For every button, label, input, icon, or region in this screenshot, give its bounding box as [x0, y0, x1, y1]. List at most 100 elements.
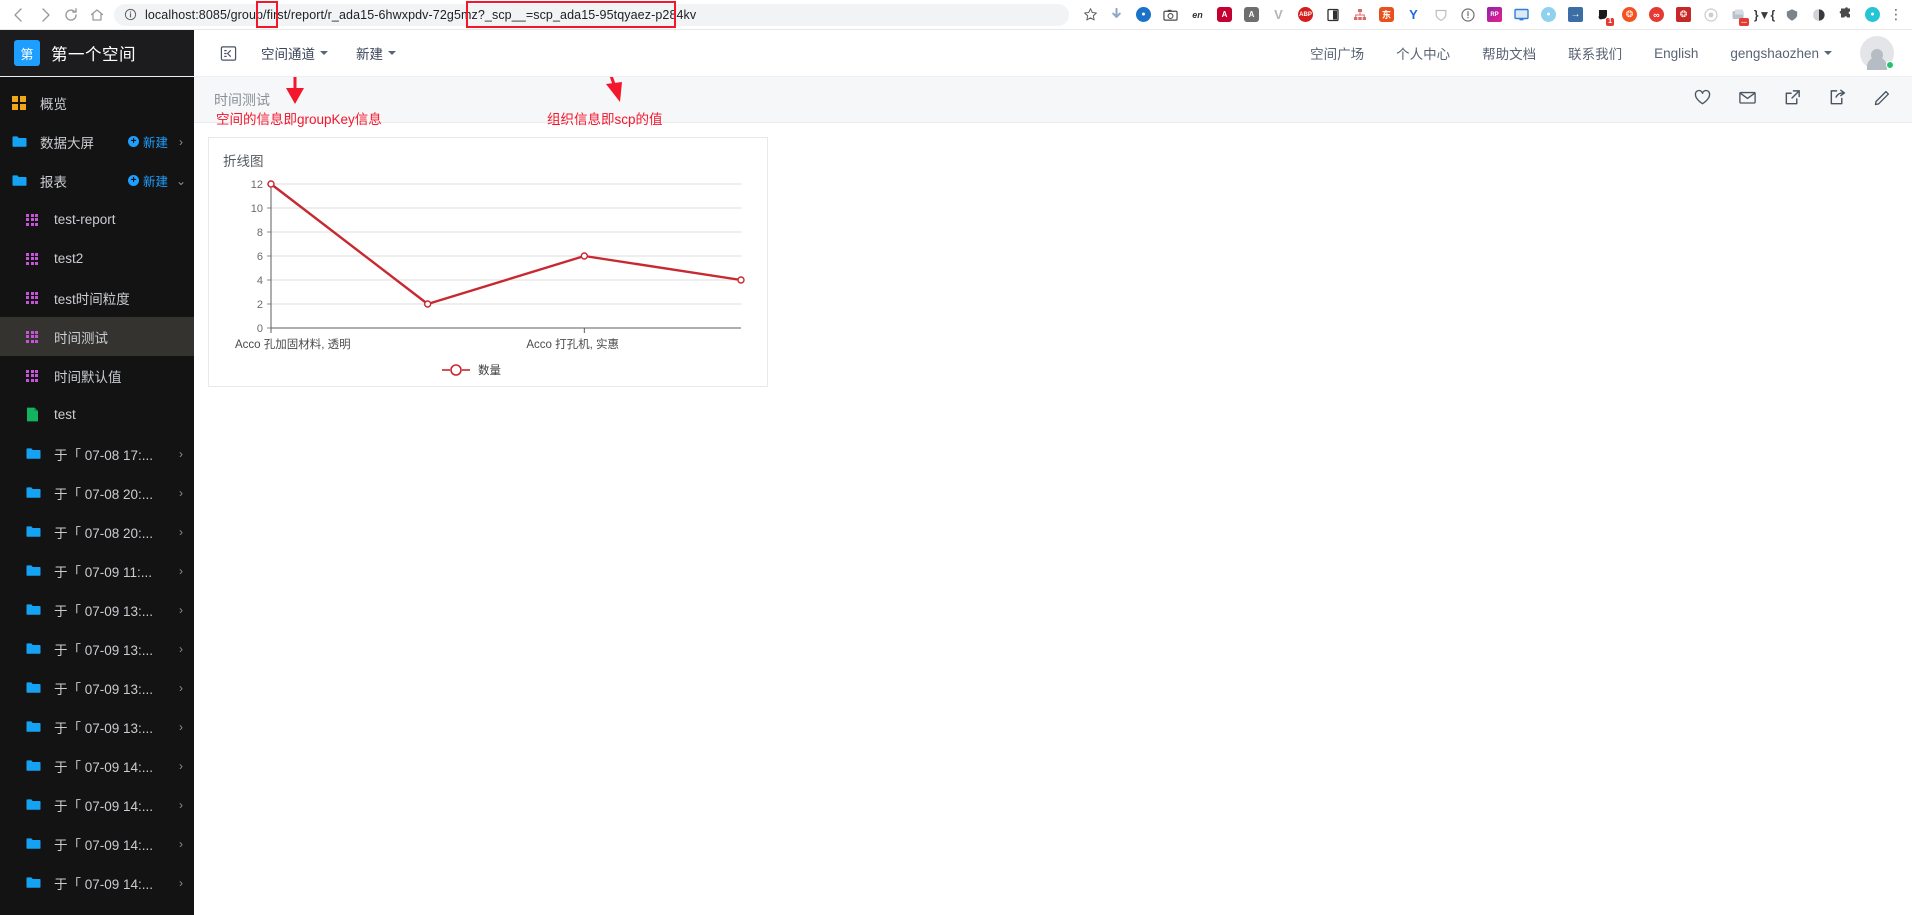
avatar[interactable]: [1860, 36, 1894, 70]
report-grid-icon: [26, 213, 43, 226]
sitemap-icon[interactable]: [1347, 3, 1372, 27]
nav-link-personal-center[interactable]: 个人中心: [1380, 43, 1466, 63]
plus-icon: +: [127, 175, 139, 186]
profile-avatar-icon[interactable]: ●: [1860, 3, 1885, 27]
share-icon[interactable]: [1828, 88, 1847, 112]
line-chart-plot[interactable]: 0 2 4 6 8 10 12 Acco 孔加固材料, 透明 Acco 打孔机, 实惠 数量: [223, 174, 753, 380]
nav-link-contact-us[interactable]: 联系我们: [1552, 43, 1638, 63]
angular-a-gray-icon[interactable]: A: [1239, 3, 1264, 27]
chevron-right-icon[interactable]: ›: [168, 798, 194, 812]
chevron-right-icon[interactable]: ›: [168, 681, 194, 695]
nav-link-help-docs[interactable]: 帮助文档: [1466, 43, 1552, 63]
adblock-plus-icon[interactable]: ABP: [1293, 3, 1318, 27]
sidebar-item-3[interactable]: test-report: [0, 200, 194, 239]
rp-purple-icon[interactable]: RP: [1482, 3, 1507, 27]
target-gray-icon[interactable]: [1698, 3, 1723, 27]
spider-red-icon[interactable]: ❂: [1671, 3, 1696, 27]
sidebar-item-19[interactable]: 于「 07-09 14:... ›: [0, 824, 194, 863]
angular-a-red-icon[interactable]: A: [1212, 3, 1237, 27]
exclamation-circle-icon[interactable]: [1455, 3, 1480, 27]
home-icon[interactable]: [84, 2, 110, 28]
sidebar-item-6[interactable]: 时间测试: [0, 317, 194, 356]
shield-outline-icon[interactable]: [1428, 3, 1453, 27]
chevron-right-icon[interactable]: ›: [168, 876, 194, 890]
site-info-icon[interactable]: [124, 8, 137, 21]
sidebar-item-7[interactable]: 时间默认值: [0, 356, 194, 395]
plus-icon: +: [127, 136, 139, 147]
infinity-red-icon[interactable]: ∞: [1644, 3, 1669, 27]
chevron-down-icon[interactable]: ⌄: [168, 174, 194, 188]
puzzle-piece-icon[interactable]: [1833, 3, 1858, 27]
chevron-right-icon[interactable]: ›: [168, 837, 194, 851]
lifebuoy-orange-icon[interactable]: ❂: [1617, 3, 1642, 27]
sidebar-item-16[interactable]: 于「 07-09 13:... ›: [0, 707, 194, 746]
chevron-right-icon[interactable]: ›: [168, 759, 194, 773]
sidebar-item-0[interactable]: 概览: [0, 83, 194, 122]
vue-v-icon[interactable]: V: [1266, 3, 1291, 27]
svg-text:0: 0: [257, 323, 263, 335]
sidebar-new-button[interactable]: + 新建: [127, 132, 168, 151]
sidebar-item-label: test-report: [54, 212, 116, 227]
translate-en-icon[interactable]: en: [1185, 3, 1210, 27]
sidebar-item-18[interactable]: 于「 07-09 14:... ›: [0, 785, 194, 824]
sidebar-item-4[interactable]: test2: [0, 239, 194, 278]
sidebar-item-11[interactable]: 于「 07-08 20:... ›: [0, 512, 194, 551]
sidebar-item-9[interactable]: 于「 07-08 17:... ›: [0, 434, 194, 473]
star-icon[interactable]: [1077, 2, 1103, 28]
sidebar-item-1[interactable]: 数据大屏 + 新建 ›: [0, 122, 194, 161]
moon-icon[interactable]: [1806, 3, 1831, 27]
folder-icon: [26, 837, 43, 850]
screenshot-camera-icon[interactable]: [1158, 3, 1183, 27]
shield-gray-icon[interactable]: [1779, 3, 1804, 27]
reload-icon[interactable]: [58, 2, 84, 28]
opera-ext-icon[interactable]: ●: [1131, 3, 1156, 27]
menu-space-channel[interactable]: 空间通道: [247, 30, 342, 76]
chevron-right-icon[interactable]: ›: [168, 525, 194, 539]
open-external-icon[interactable]: [1783, 88, 1802, 112]
nav-link-language-english[interactable]: English: [1638, 46, 1714, 61]
folder-icon: [26, 759, 43, 772]
collapse-sidebar-icon[interactable]: [210, 45, 247, 62]
chevron-down-icon: [320, 51, 328, 55]
sidebar-item-5[interactable]: test时间粒度: [0, 278, 194, 317]
chevron-right-icon[interactable]: ›: [168, 564, 194, 578]
chevron-right-icon[interactable]: ›: [168, 135, 194, 149]
chevron-right-icon[interactable]: ›: [168, 720, 194, 734]
sidebar-item-13[interactable]: 于「 07-09 13:... ›: [0, 590, 194, 629]
workspace-brand[interactable]: 第 第一个空间: [0, 30, 194, 76]
sidebar-item-8[interactable]: test: [0, 395, 194, 434]
sidebar-item-2[interactable]: 报表 + 新建 ⌄: [0, 161, 194, 200]
edit-pencil-icon[interactable]: [1873, 88, 1892, 112]
taobao-ext-icon[interactable]: 东: [1374, 3, 1399, 27]
mail-icon[interactable]: [1738, 88, 1757, 112]
sidebar-item-20[interactable]: 于「 07-09 14:... ›: [0, 863, 194, 902]
nav-link-space-plaza[interactable]: 空间广场: [1294, 43, 1380, 63]
sidebar-item-10[interactable]: 于「 07-08 20:... ›: [0, 473, 194, 512]
chart-card[interactable]: 折线图 0 2 4 6 8 10 12 Acco 孔加固材料, 透明 Acco 打孔机, 实惠数…: [208, 137, 768, 387]
arrow-right-blue-icon[interactable]: →: [1563, 3, 1588, 27]
forward-arrow-icon[interactable]: [32, 2, 58, 28]
kebab-menu-icon[interactable]: ⋮: [1886, 6, 1906, 23]
address-bar[interactable]: localhost:8085/group/first/report/r_ada1…: [114, 3, 1069, 26]
download-icon[interactable]: [1104, 3, 1129, 27]
back-arrow-icon[interactable]: [6, 2, 32, 28]
favorite-heart-icon[interactable]: [1693, 88, 1712, 112]
globe-ext-icon[interactable]: ●: [1536, 3, 1561, 27]
monitor-blue-icon[interactable]: [1509, 3, 1534, 27]
menu-new[interactable]: 新建: [342, 30, 410, 76]
chevron-right-icon[interactable]: ›: [168, 603, 194, 617]
chevron-right-icon[interactable]: ›: [168, 447, 194, 461]
user-menu[interactable]: gengshaozhen: [1714, 46, 1848, 61]
yandex-y-icon[interactable]: Y: [1401, 3, 1426, 27]
reader-panel-icon[interactable]: [1320, 3, 1345, 27]
bracket-v-icon[interactable]: }▼{: [1752, 3, 1777, 27]
sidebar-item-15[interactable]: 于「 07-09 13:... ›: [0, 668, 194, 707]
dark-circle-badge-icon[interactable]: 1: [1590, 3, 1615, 27]
sidebar-item-12[interactable]: 于「 07-09 11:... ›: [0, 551, 194, 590]
chevron-right-icon[interactable]: ›: [168, 486, 194, 500]
sidebar-item-17[interactable]: 于「 07-09 14:... ›: [0, 746, 194, 785]
note-folder-icon[interactable]: ...: [1725, 3, 1750, 27]
sidebar-item-14[interactable]: 于「 07-09 13:... ›: [0, 629, 194, 668]
sidebar-new-button[interactable]: + 新建: [127, 171, 168, 190]
chevron-right-icon[interactable]: ›: [168, 642, 194, 656]
